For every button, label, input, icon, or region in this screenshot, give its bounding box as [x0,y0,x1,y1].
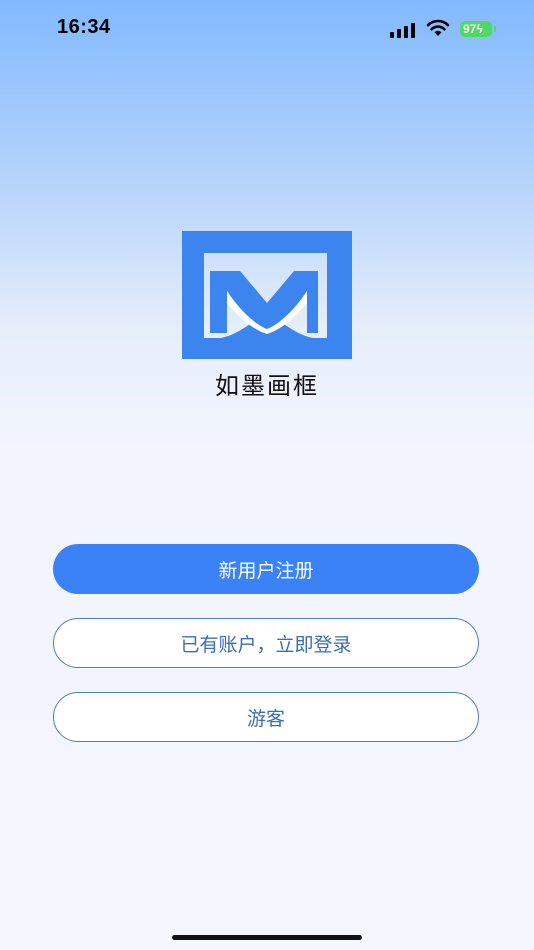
register-button[interactable]: 新用户注册 [53,544,479,594]
battery-level: 97 [463,22,477,36]
frame-logo-icon [182,231,352,359]
home-indicator[interactable] [172,935,362,940]
login-button[interactable]: 已有账户，立即登录 [53,618,479,668]
cellular-signal-icon [390,20,418,38]
wifi-icon [426,19,450,36]
app-name: 如墨画框 [215,372,319,400]
charging-bolt-icon: ϟ [476,22,483,36]
guest-button[interactable]: 游客 [53,692,479,742]
status-time: 16:34 [57,16,111,38]
battery-icon: 97ϟ [460,21,496,37]
status-bar: 16:34 97ϟ [0,0,534,60]
